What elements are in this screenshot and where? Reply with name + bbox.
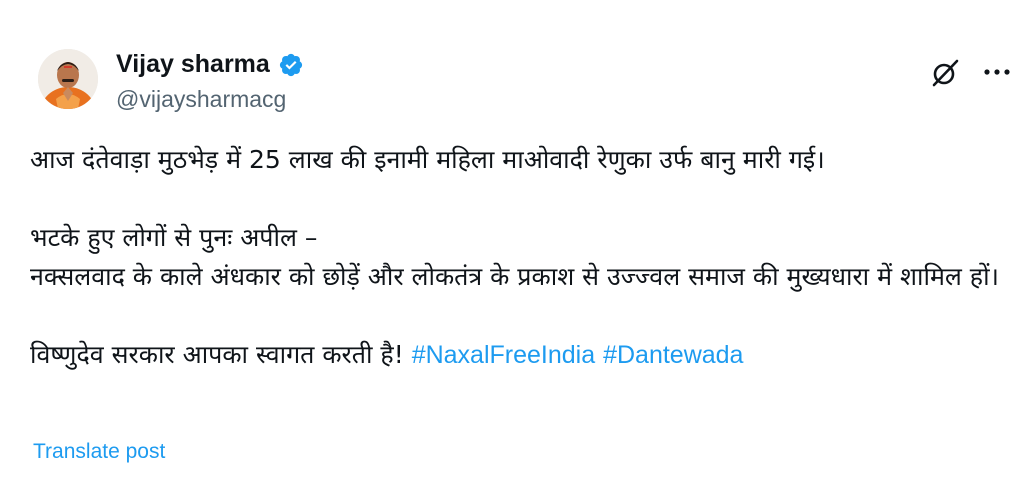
post-line: भटके हुए लोगों से पुनः अपील – [30,223,318,252]
translate-post-link[interactable]: Translate post [33,440,165,464]
post-line: आज दंतेवाड़ा मुठभेड़ में 25 लाख की इनामी… [30,145,825,174]
avatar[interactable] [38,49,98,109]
post-card: Vijay sharma @vijaysharmacg आज दंतेवाड़ा… [0,0,1024,493]
grok-icon[interactable] [928,58,962,88]
more-options-icon[interactable] [982,62,1012,82]
author-row: Vijay sharma [116,50,304,79]
hashtag-link[interactable]: #NaxalFreeIndia [412,341,595,369]
post-line-text: विष्णुदेव सरकार आपका स्वागत करती है! [30,340,412,369]
hashtag-link[interactable]: #Dantewada [603,341,743,369]
verified-badge-icon[interactable] [278,52,304,78]
display-name[interactable]: Vijay sharma [116,50,270,79]
avatar-photo [38,49,98,109]
post-text: आज दंतेवाड़ा मुठभेड़ में 25 लाख की इनामी… [30,140,1010,375]
post-line: नक्सलवाद के काले अंधकार को छोड़ें और लोक… [30,262,1000,291]
post-line: विष्णुदेव सरकार आपका स्वागत करती है! #Na… [30,335,1010,375]
author-handle[interactable]: @vijaysharmacg [116,86,286,113]
